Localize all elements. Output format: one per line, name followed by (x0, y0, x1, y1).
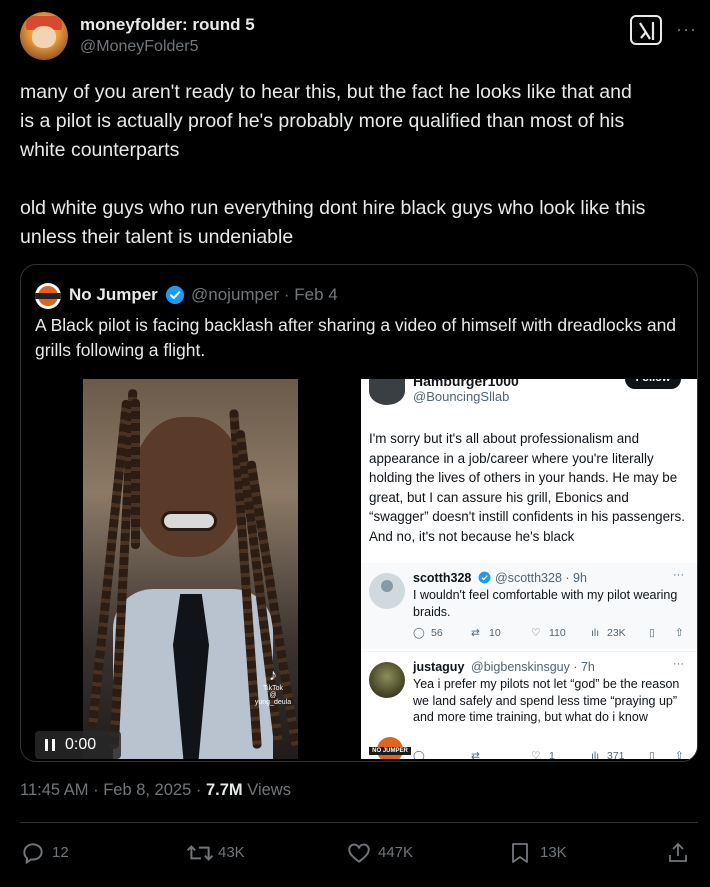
share-button[interactable] (666, 838, 696, 868)
repost-count: 43K (218, 844, 245, 861)
bookmark-icon: ▯ (649, 627, 655, 639)
share-icon: ⇧ (675, 627, 684, 639)
reply-handle: @scotth328 · 9h (495, 571, 587, 585)
reply-count: 56 (431, 627, 443, 639)
reply-text: Yea i prefer my pilots not let “god” be … (413, 677, 680, 724)
verified-badge-icon (478, 571, 491, 584)
pause-icon[interactable] (45, 739, 55, 751)
author-handle[interactable]: @MoneyFolder5 (80, 38, 199, 56)
share-icon: ⇧ (675, 750, 684, 759)
reply-icon: ◯ (413, 750, 425, 759)
tiktok-label: TikTok (263, 685, 283, 692)
post-header: moneyfolder: round 5 @MoneyFolder5 ··· (20, 12, 696, 62)
logo-text: NO JUMPER (369, 747, 411, 755)
reply-name: justaguy (413, 660, 465, 674)
like-icon: ♡ (531, 627, 541, 639)
reply-avatar (369, 662, 405, 698)
post-timestamp: 11:45 AM · Feb 8, 2025 · 7.7M Views (20, 781, 291, 800)
grok-icon (639, 22, 655, 40)
screenshot-author-name: Hamburger1000 (413, 379, 519, 389)
author-name[interactable]: moneyfolder: round 5 (80, 15, 255, 35)
bookmark-icon (512, 843, 528, 863)
no-jumper-logo: NO JUMPER (369, 737, 411, 759)
screenshot-image[interactable]: Hamburger1000 @BouncingSllab Follow I'm … (361, 379, 697, 759)
verified-badge-icon (165, 285, 185, 305)
views-label: Views (247, 781, 291, 799)
reply-count: 12 (52, 844, 69, 861)
like-button[interactable]: 447K (346, 838, 442, 868)
screenshot-follow-button: Follow (625, 379, 681, 389)
reply-actions: ◯ ⇄ ♡ 1 ılı 371 ▯ ⇧ (413, 750, 693, 759)
post-paragraph-2: old white guys who run everything dont h… (20, 197, 646, 248)
bookmark-icon: ▯ (649, 750, 655, 759)
tiktok-watermark: ♪ TikTok @ yung_deula (251, 667, 295, 706)
views-count: 23K (607, 627, 626, 639)
reply-actions: ◯ 56 ⇄ 10 ♡ 110 ılı 23K ▯ ⇧ (413, 627, 693, 643)
share-icon (669, 842, 687, 862)
reply-button[interactable]: 12 (20, 838, 100, 868)
avatar-face (32, 26, 56, 48)
post-paragraph-1: many of you aren't ready to hear this, b… (20, 81, 632, 161)
bookmark-count: 13K (540, 844, 567, 861)
screenshot-avatar (369, 379, 405, 405)
screenshot-author-handle: @BouncingSllab (413, 389, 510, 404)
like-icon (348, 843, 370, 863)
repost-icon (186, 845, 214, 861)
separator: · (195, 781, 206, 799)
quoted-author-meta: @nojumper · Feb 4 (191, 285, 338, 304)
separator: · (93, 781, 104, 799)
post-date[interactable]: Feb 8, 2025 (103, 781, 191, 799)
logo-band (35, 293, 61, 299)
divider (20, 822, 698, 823)
screenshot-body-text: I'm sorry but it's all about professiona… (369, 431, 685, 544)
like-count: 447K (378, 844, 414, 861)
action-bar: 12 43K 447K 13K (20, 838, 698, 868)
repost-button[interactable]: 43K (186, 838, 276, 868)
quoted-post[interactable]: No Jumper @nojumper · Feb 4 A Black pilo… (20, 264, 698, 762)
reply-text: I wouldn't feel comfortable with my pilo… (413, 588, 678, 619)
reply-icon (23, 843, 43, 864)
quoted-post-text: A Black pilot is facing backlash after s… (35, 315, 677, 360)
video-grill (161, 511, 217, 531)
like-icon: ♡ (531, 750, 541, 759)
screenshot-reply: justaguy @bigbenskinsguy · 7h ··· Yea i … (361, 651, 697, 759)
repost-icon: ⇄ (471, 627, 480, 639)
quoted-author-name[interactable]: No Jumper (69, 285, 158, 305)
repost-icon: ⇄ (471, 750, 480, 759)
reply-handle: @bigbenskinsguy · 7h (471, 660, 595, 674)
views-count: 371 (607, 750, 625, 759)
post-time[interactable]: 11:45 AM (20, 781, 89, 799)
tiktok-icon: ♪ (269, 667, 277, 684)
more-options-icon: ··· (673, 569, 684, 581)
video-person-head (133, 417, 243, 557)
screenshot-reply: scotth328 @scotth328 · 9h ··· I wouldn't… (361, 563, 697, 649)
views-icon: ılı (591, 750, 600, 759)
tiktok-handle: @ yung_deula (254, 692, 292, 706)
post-text: many of you aren't ready to hear this, b… (20, 78, 695, 252)
grok-button[interactable] (630, 15, 662, 45)
video-dreadlock (131, 399, 140, 549)
bookmark-button[interactable]: 13K (508, 838, 588, 868)
reply-icon: ◯ (413, 627, 425, 639)
repost-count: 10 (489, 627, 501, 639)
video-time: 0:00 (65, 736, 97, 753)
more-options-icon: ··· (673, 658, 684, 670)
reply-name: scotth328 (413, 571, 472, 585)
more-options-icon[interactable]: ··· (676, 19, 697, 40)
views-icon: ılı (591, 627, 600, 639)
quoted-author-avatar[interactable] (35, 283, 61, 309)
views-count: 7.7M (205, 781, 243, 799)
like-count: 110 (549, 627, 566, 639)
video-player[interactable]: ♪ TikTok @ yung_deula (83, 379, 298, 759)
video-play-control[interactable]: 0:00 (35, 731, 121, 759)
reply-avatar (369, 573, 405, 609)
like-count: 1 (549, 750, 555, 759)
author-avatar[interactable] (20, 12, 68, 60)
